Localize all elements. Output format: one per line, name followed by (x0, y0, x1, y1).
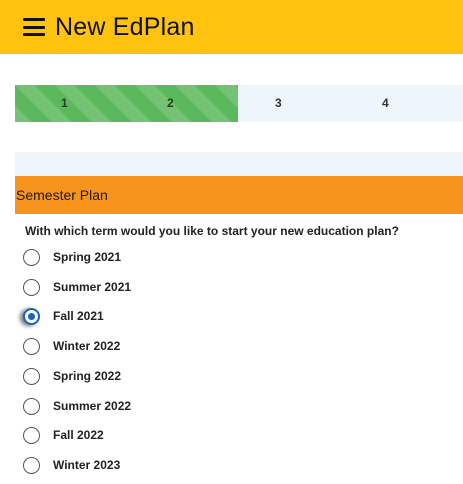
term-option-label: Fall 2022 (53, 428, 104, 442)
term-option-label: Winter 2023 (53, 458, 121, 472)
page-title: New EdPlan (55, 12, 195, 41)
step-1[interactable]: 1 (61, 85, 68, 122)
radio-button-selected[interactable] (23, 307, 40, 325)
term-option-winter-2022[interactable]: Winter 2022 (23, 335, 120, 357)
term-option-spring-2022[interactable]: Spring 2022 (23, 365, 121, 387)
step-2[interactable]: 2 (167, 85, 174, 122)
term-option-summer-2022[interactable]: Summer 2022 (23, 395, 131, 417)
progress-completed-fill (15, 85, 238, 122)
term-option-label: Winter 2022 (53, 339, 121, 353)
term-option-fall-2022[interactable]: Fall 2022 (23, 424, 104, 446)
term-option-summer-2021[interactable]: Summer 2021 (23, 276, 131, 298)
term-option-label: Fall 2021 (53, 309, 104, 323)
radio-button[interactable] (23, 337, 40, 355)
term-option-fall-2021[interactable]: Fall 2021 (23, 305, 104, 327)
radio-button[interactable] (23, 367, 40, 385)
radio-button[interactable] (23, 248, 40, 266)
term-option-winter-2023[interactable]: Winter 2023 (23, 454, 120, 476)
radio-button[interactable] (23, 426, 40, 444)
term-option-spring-2021[interactable]: Spring 2021 (23, 246, 121, 268)
term-option-label: Spring 2021 (53, 250, 122, 264)
start-term-question: With which term would you like to start … (25, 224, 399, 238)
semester-plan-panel: Semester Plan With which term would you … (15, 152, 463, 484)
panel-body: With which term would you like to start … (15, 214, 463, 484)
term-option-label: Spring 2022 (53, 369, 122, 383)
panel-heading: Semester Plan (15, 176, 463, 214)
term-option-label: Summer 2022 (53, 399, 132, 413)
app-header: New EdPlan (0, 0, 463, 54)
radio-button[interactable] (23, 456, 40, 474)
step-3[interactable]: 3 (275, 85, 282, 122)
step-4[interactable]: 4 (382, 85, 389, 122)
term-option-label: Summer 2021 (53, 280, 132, 294)
step-progress-bar: 1 2 3 4 (15, 85, 463, 122)
hamburger-menu-icon[interactable] (23, 18, 45, 36)
radio-button[interactable] (23, 278, 40, 296)
radio-button[interactable] (23, 397, 40, 415)
